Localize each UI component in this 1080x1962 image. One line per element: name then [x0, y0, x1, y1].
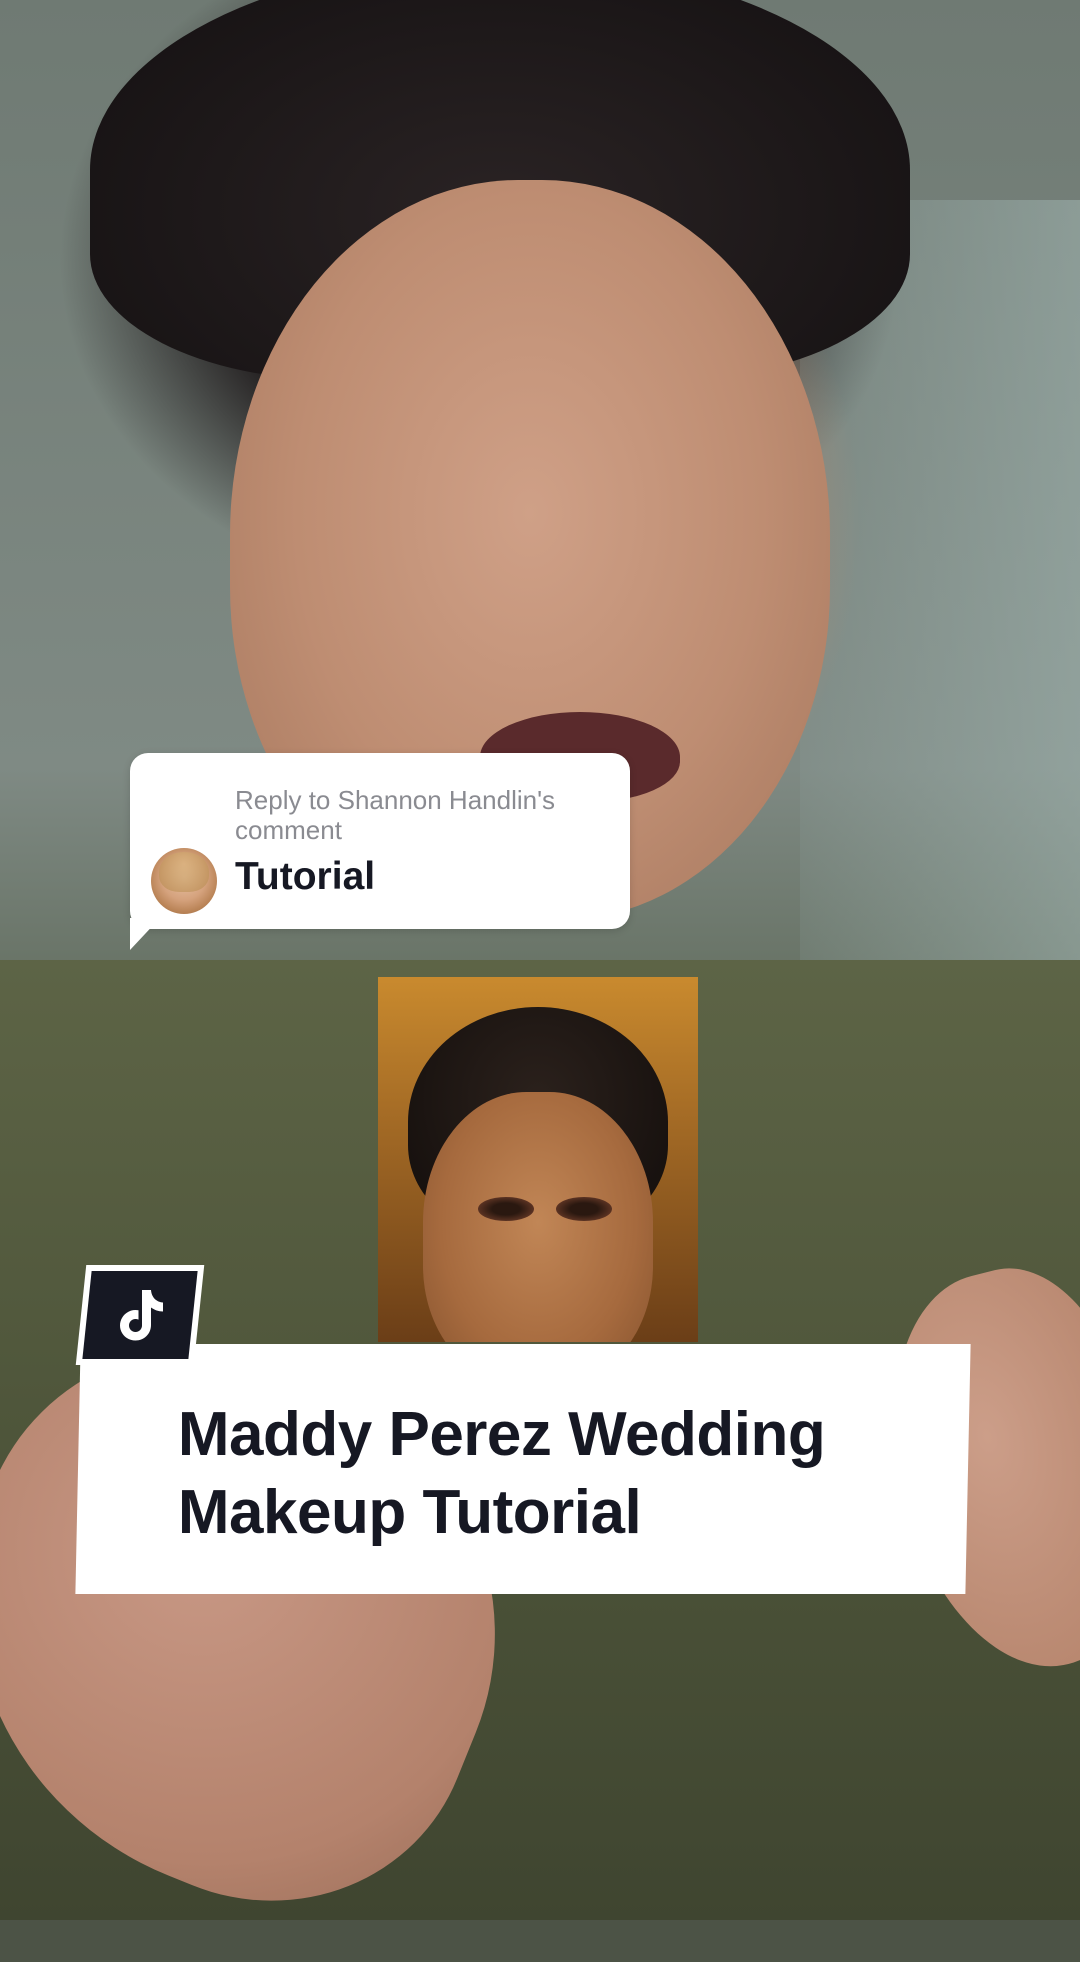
reference-right-eye: [556, 1197, 612, 1221]
reference-face: [423, 1092, 653, 1342]
reference-left-eye: [478, 1197, 534, 1221]
tiktok-badge: [75, 1265, 205, 1365]
tiktok-badge-inner: [82, 1271, 198, 1359]
reply-comment-text: Tutorial: [235, 855, 376, 898]
commenter-avatar[interactable]: [151, 848, 217, 914]
reply-comment-bubble[interactable]: Reply to Shannon Handlin's comment Tutor…: [130, 753, 630, 929]
tiktok-logo-icon: [120, 1290, 163, 1341]
reference-image: [378, 977, 698, 1342]
reply-header: Reply to Shannon Handlin's comment: [235, 785, 556, 845]
video-title: Maddy Perez Wedding Makeup Tutorial: [178, 1396, 938, 1552]
title-card: Maddy Perez Wedding Makeup Tutorial: [75, 1344, 971, 1594]
reply-bubble-tail: [130, 918, 160, 950]
title-line-2: Makeup Tutorial: [177, 1478, 642, 1547]
title-line-1: Maddy Perez Wedding: [177, 1400, 826, 1469]
